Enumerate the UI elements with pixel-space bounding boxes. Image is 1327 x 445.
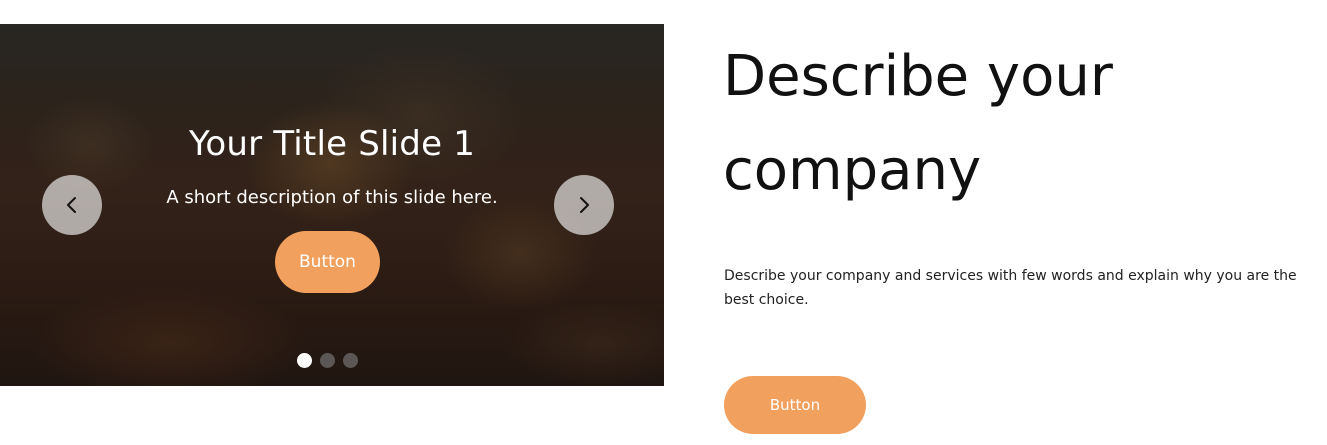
slide-dot-1[interactable] — [297, 353, 312, 368]
chevron-right-icon — [580, 197, 589, 213]
section-body-text: Describe your company and services with … — [724, 268, 1297, 308]
section-heading: Describe your company — [723, 44, 1113, 203]
page: Your Title Slide 1 A short description o… — [0, 0, 1327, 445]
slide-button[interactable]: Button — [275, 231, 380, 293]
slide-dot-2[interactable] — [320, 353, 335, 368]
previous-slide-button[interactable] — [42, 175, 102, 235]
slide-pagination — [297, 353, 358, 368]
next-slide-button[interactable] — [554, 175, 614, 235]
slide-dot-3[interactable] — [343, 353, 358, 368]
cta-button[interactable]: Button — [724, 376, 866, 434]
image-slider: Your Title Slide 1 A short description o… — [0, 24, 664, 386]
slide-title: Your Title Slide 1 — [188, 124, 476, 164]
chevron-left-icon — [67, 197, 76, 213]
